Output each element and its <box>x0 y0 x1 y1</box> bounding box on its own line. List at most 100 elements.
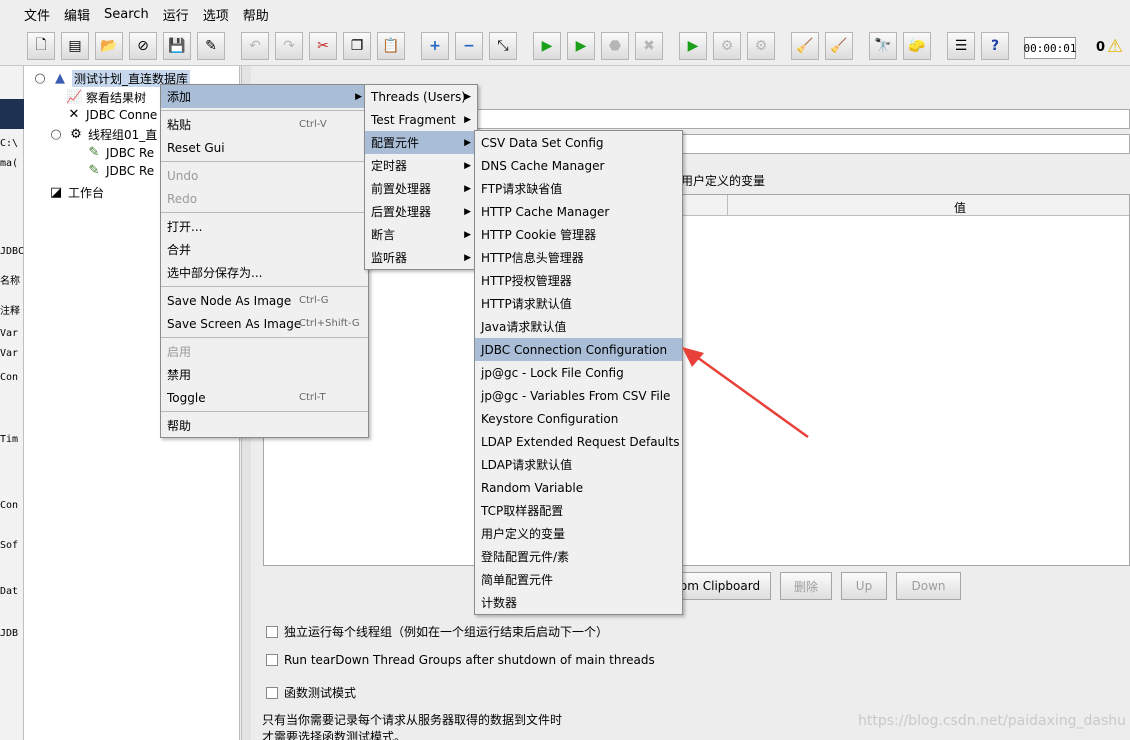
config-item-simple-config[interactable]: 简单配置元件 <box>475 568 682 591</box>
expand-handle-icon[interactable]: ○ <box>32 71 48 87</box>
add-from-clipboard-button[interactable]: om Clipboard <box>669 572 771 600</box>
menu-item-toggle[interactable]: Toggle Ctrl-T <box>161 386 368 409</box>
tree-node-thread-group[interactable]: ○ ⚙ 线程组01_直 <box>48 126 157 143</box>
submenu-item-test-fragment[interactable]: Test Fragment ▶ <box>365 108 477 131</box>
menu-run[interactable]: 运行 <box>163 5 189 24</box>
open-icon[interactable]: 📂 <box>95 32 123 60</box>
config-item-dns-cache[interactable]: DNS Cache Manager <box>475 154 682 177</box>
clear-all-icon[interactable]: 🧹 <box>825 32 853 60</box>
config-item-counter[interactable]: 计数器 <box>475 591 682 614</box>
menu-bar: 文件 编辑 Search 运行 选项 帮助 <box>0 0 1130 28</box>
menu-item-reset-gui[interactable]: Reset Gui <box>161 136 368 159</box>
config-item-http-cache[interactable]: HTTP Cache Manager <box>475 200 682 223</box>
tree-node-jdbc-request-2[interactable]: ✎ JDBC Re <box>86 163 155 179</box>
menu-item-help[interactable]: 帮助 <box>161 414 368 437</box>
menu-file[interactable]: 文件 <box>24 5 50 24</box>
menu-item-save-selection[interactable]: 选中部分保存为... <box>161 261 368 284</box>
close-icon[interactable]: ⊘ <box>129 32 157 60</box>
checkbox-box[interactable] <box>266 654 278 666</box>
copy-icon[interactable]: ❐ <box>343 32 371 60</box>
toggle-icon[interactable]: ⤡ <box>489 32 517 60</box>
menu-item-save-node-image[interactable]: Save Node As Image Ctrl-G <box>161 289 368 312</box>
config-item-http-auth[interactable]: HTTP授权管理器 <box>475 269 682 292</box>
serialize-thread-groups-checkbox[interactable]: 独立运行每个线程组（例如在一个组运行结束后启动下一个） <box>266 623 608 640</box>
teardown-on-shutdown-checkbox[interactable]: Run tearDown Thread Groups after shutdow… <box>266 653 655 667</box>
up-button[interactable]: Up <box>841 572 887 600</box>
config-item-http-defaults[interactable]: HTTP请求默认值 <box>475 292 682 315</box>
delete-button[interactable]: 删除 <box>780 572 832 600</box>
menu-search[interactable]: Search <box>104 7 149 22</box>
menu-help[interactable]: 帮助 <box>243 5 269 24</box>
config-element-submenu: CSV Data Set Config DNS Cache Manager FT… <box>474 130 683 615</box>
config-item-ldap-defaults[interactable]: LDAP请求默认值 <box>475 453 682 476</box>
menu-item-open[interactable]: 打开... <box>161 215 368 238</box>
down-button[interactable]: Down <box>896 572 961 600</box>
config-item-http-header[interactable]: HTTP信息头管理器 <box>475 246 682 269</box>
name-field[interactable] <box>363 109 1130 129</box>
submenu-item-config-element[interactable]: 配置元件 ▶ <box>365 131 477 154</box>
checkbox-box[interactable] <box>266 625 278 638</box>
config-item-jdbc-connection[interactable]: JDBC Connection Configuration <box>475 338 682 361</box>
config-item-lock-file[interactable]: jp@gc - Lock File Config <box>475 361 682 384</box>
expand-handle-icon[interactable]: ○ <box>48 127 64 143</box>
clear-icon[interactable]: 🧹 <box>791 32 819 60</box>
config-item-variables-csv[interactable]: jp@gc - Variables From CSV File <box>475 384 682 407</box>
menu-item-enable[interactable]: 启用 <box>161 340 368 363</box>
shutdown-icon[interactable]: ✖ <box>635 32 663 60</box>
config-item-ldap-extended[interactable]: LDAP Extended Request Defaults <box>475 430 682 453</box>
menu-separator <box>161 286 368 287</box>
config-item-random-variable[interactable]: Random Variable <box>475 476 682 499</box>
save-as-icon[interactable]: ✎ <box>197 32 225 60</box>
submenu-item-threads[interactable]: Threads (Users) ▶ <box>365 85 477 108</box>
config-item-java-defaults[interactable]: Java请求默认值 <box>475 315 682 338</box>
cut-icon[interactable]: ✂ <box>309 32 337 60</box>
templates-icon[interactable]: ▤ <box>61 32 89 60</box>
config-item-login-config[interactable]: 登陆配置元件/素 <box>475 545 682 568</box>
help-icon[interactable]: ? <box>981 32 1009 60</box>
collapse-icon[interactable]: − <box>455 32 483 60</box>
menu-options[interactable]: 选项 <box>203 5 229 24</box>
undo-icon[interactable]: ↶ <box>241 32 269 60</box>
paste-icon[interactable]: 📋 <box>377 32 405 60</box>
menu-edit[interactable]: 编辑 <box>64 5 90 24</box>
config-item-tcp-sampler[interactable]: TCP取样器配置 <box>475 499 682 522</box>
submenu-item-listener[interactable]: 监听器 ▶ <box>365 246 477 269</box>
remote-start-icon[interactable]: ▶ <box>679 32 707 60</box>
start-no-pause-icon[interactable]: ▶ <box>567 32 595 60</box>
tree-node-workbench[interactable]: ◪ 工作台 <box>48 184 104 201</box>
checkbox-box[interactable] <box>266 686 278 699</box>
menu-item-redo[interactable]: Redo <box>161 187 368 210</box>
config-item-user-variables[interactable]: 用户定义的变量 <box>475 522 682 545</box>
warning-icon[interactable]: ⚠ <box>1107 36 1123 57</box>
save-icon[interactable]: 💾 <box>163 32 191 60</box>
submenu-item-preprocessor[interactable]: 前置处理器 ▶ <box>365 177 477 200</box>
search-icon[interactable]: 🔭 <box>869 32 897 60</box>
remote-shutdown-icon[interactable]: ⚙ <box>747 32 775 60</box>
submenu-item-timer[interactable]: 定时器 ▶ <box>365 154 477 177</box>
expand-icon[interactable]: + <box>421 32 449 60</box>
redo-icon[interactable]: ↷ <box>275 32 303 60</box>
remote-stop-icon[interactable]: ⚙ <box>713 32 741 60</box>
tree-node-jdbc-request-1[interactable]: ✎ JDBC Re <box>86 145 155 161</box>
functional-test-mode-checkbox[interactable]: 函数测试模式 <box>266 684 356 701</box>
start-icon[interactable]: ▶ <box>533 32 561 60</box>
submenu-item-postprocessor[interactable]: 后置处理器 ▶ <box>365 200 477 223</box>
config-item-http-cookie[interactable]: HTTP Cookie 管理器 <box>475 223 682 246</box>
stop-icon[interactable]: ⬣ <box>601 32 629 60</box>
tree-node-jdbc-connection[interactable]: ✕ JDBC Conne <box>66 107 158 123</box>
menu-item-merge[interactable]: 合并 <box>161 238 368 261</box>
value-column-header[interactable]: 值 <box>954 199 966 216</box>
reset-search-icon[interactable]: 🧽 <box>903 32 931 60</box>
menu-item-save-screen-image[interactable]: Save Screen As Image Ctrl+Shift-G <box>161 312 368 335</box>
new-icon[interactable]: 🗋 <box>27 32 55 60</box>
menu-item-add[interactable]: 添加 ▶ <box>161 85 368 108</box>
tree-node-results-tree[interactable]: 📈 察看结果树 <box>66 89 146 106</box>
config-item-csv-data-set[interactable]: CSV Data Set Config <box>475 131 682 154</box>
menu-item-undo[interactable]: Undo <box>161 164 368 187</box>
submenu-item-assertion[interactable]: 断言 ▶ <box>365 223 477 246</box>
config-item-keystore[interactable]: Keystore Configuration <box>475 407 682 430</box>
function-helper-icon[interactable]: ☰ <box>947 32 975 60</box>
menu-item-paste[interactable]: 粘贴 Ctrl-V <box>161 113 368 136</box>
config-item-ftp-defaults[interactable]: FTP请求缺省值 <box>475 177 682 200</box>
menu-item-disable[interactable]: 禁用 <box>161 363 368 386</box>
